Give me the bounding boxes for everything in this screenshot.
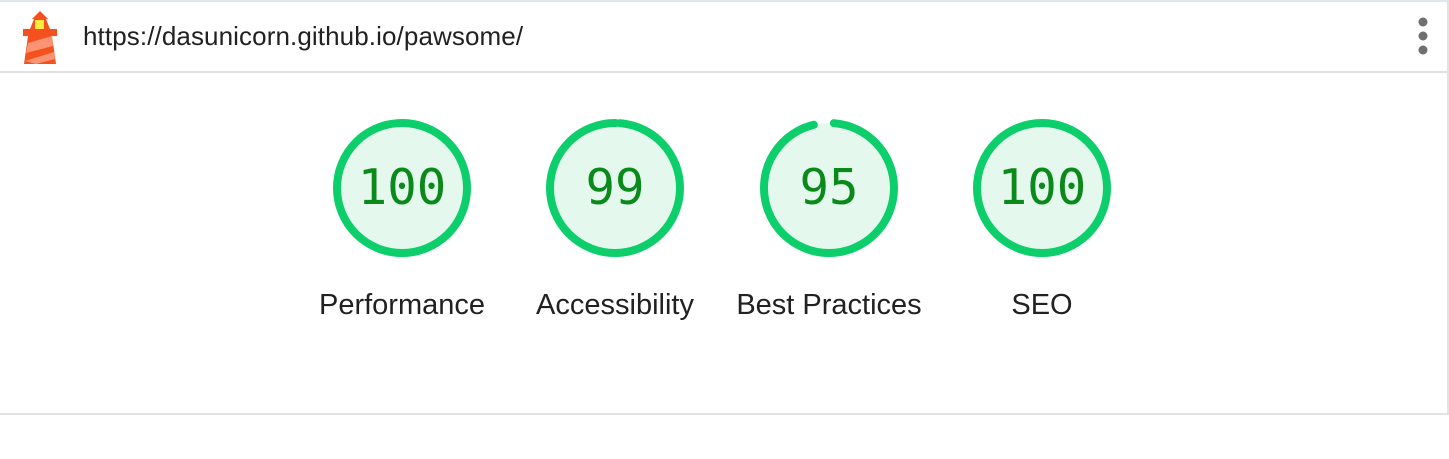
gauge-performance[interactable]: 100 Performance	[301, 73, 501, 373]
lighthouse-icon	[23, 11, 57, 64]
report-header: https://dasunicorn.github.io/pawsome/	[0, 2, 1449, 73]
gauge-score: 95	[799, 159, 859, 216]
lighthouse-report: https://dasunicorn.github.io/pawsome/ 10…	[0, 0, 1449, 459]
gauge-label: Best Practices	[736, 289, 922, 321]
gauge-best-practices[interactable]: 95 Best Practices	[728, 73, 928, 373]
gauge-label: Accessibility	[536, 289, 694, 321]
gauge-seo[interactable]: 100 SEO	[941, 73, 1141, 373]
score-gauges: 100 Performance 99 Accessibility 95 Best…	[0, 73, 1449, 413]
gauge-label: Performance	[318, 289, 485, 321]
gauge-label: SEO	[1011, 289, 1073, 321]
gauge-score: 100	[997, 159, 1087, 216]
gauge-accessibility[interactable]: 99 Accessibility	[514, 73, 714, 373]
report-url[interactable]: https://dasunicorn.github.io/pawsome/	[83, 21, 523, 52]
more-vert-icon[interactable]	[1408, 16, 1438, 58]
gauge-score: 99	[585, 159, 645, 216]
gauge-score: 100	[357, 159, 447, 216]
section-divider	[0, 413, 1449, 415]
